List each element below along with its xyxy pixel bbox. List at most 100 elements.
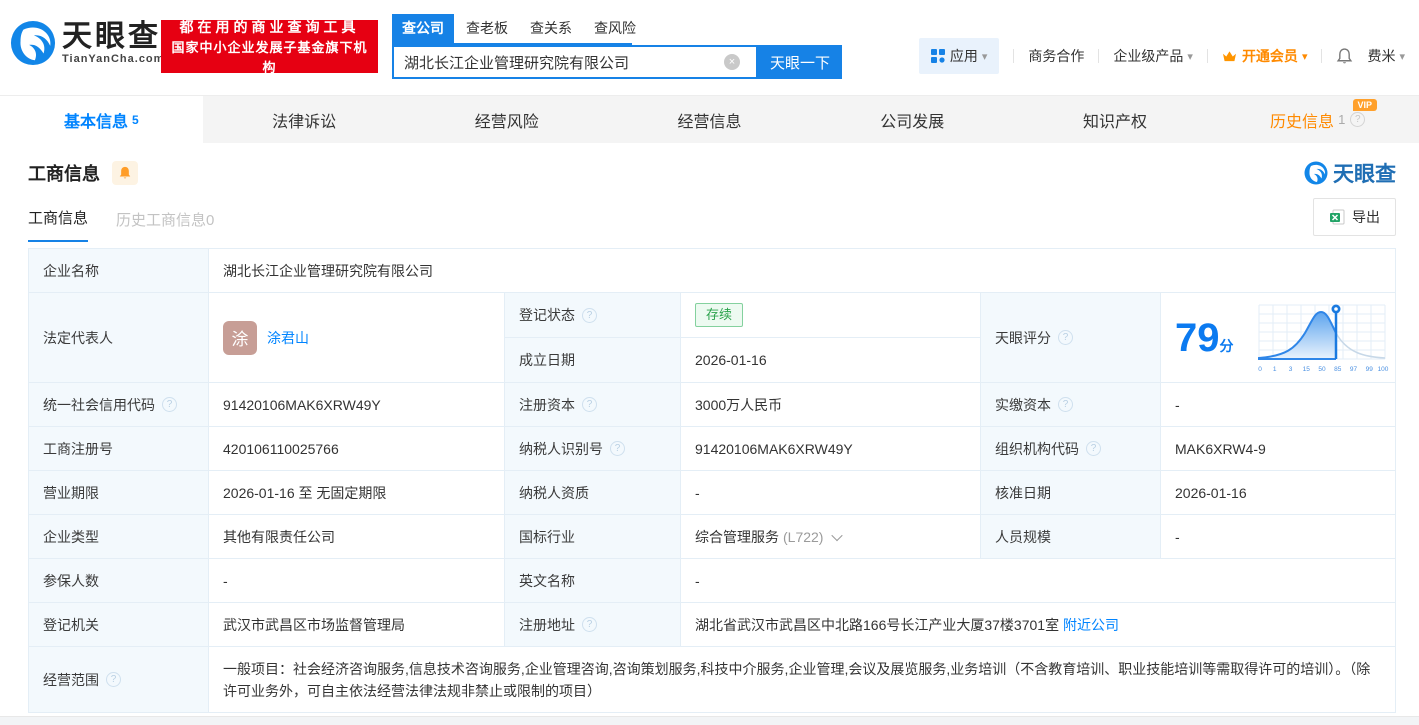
field-label: 企业类型 [29, 515, 209, 559]
field-label: 纳税人资质 [505, 471, 681, 515]
field-label: 组织机构代码 [981, 427, 1161, 471]
legal-rep-link[interactable]: 涂君山 [267, 328, 309, 348]
chevron-down-icon[interactable] [831, 529, 844, 541]
svg-text:99: 99 [1366, 366, 1374, 373]
section-title: 工商信息 [28, 164, 100, 184]
help-icon[interactable] [106, 672, 121, 687]
field-label: 成立日期 [505, 338, 681, 383]
field-label: 经营范围 [29, 647, 209, 713]
svg-text:97: 97 [1350, 366, 1358, 373]
logo-domain: TianYanCha.com [62, 53, 165, 65]
tianyancha-company-page: { "header": { "logo": { "title": "天眼查", … [0, 0, 1419, 725]
reg-address-value: 湖北省武汉市武昌区中北路166号长江产业大厦37楼3701室 附近公司 [681, 603, 1396, 647]
nav-open-membership[interactable]: 开通会员 [1222, 46, 1308, 66]
tab-count: 1 [1338, 112, 1346, 127]
svg-text:1: 1 [1273, 366, 1277, 373]
field-label: 企业名称 [29, 249, 209, 293]
reg-authority-value: 武汉市武昌区市场监督管理局 [209, 603, 505, 647]
tab-operation-risk[interactable]: 经营风险 [405, 96, 608, 143]
credit-code-value: 91420106MAK6XRW49Y [209, 383, 505, 427]
score-unit: 分 [1219, 337, 1234, 354]
field-label: 登记机关 [29, 603, 209, 647]
page-bottom-divider [0, 716, 1419, 725]
tab-intellectual-property[interactable]: 知识产权 [1014, 96, 1217, 143]
industry-code: (L722) [783, 528, 824, 545]
subtab-row: 工商信息 历史工商信息0 导出 [0, 196, 1419, 242]
help-icon[interactable] [1350, 112, 1366, 127]
field-label: 天眼评分 [981, 293, 1161, 383]
monitor-bell-icon[interactable] [112, 161, 138, 185]
top-navigation: 应用 商务合作 企业级产品 开通会员 费米 [918, 38, 1405, 74]
search-tab-relation[interactable]: 查关系 [520, 14, 582, 43]
vip-badge: VIP [1352, 99, 1378, 111]
legal-rep-cell: 涂 涂君山 [209, 293, 505, 383]
help-icon[interactable] [1086, 441, 1101, 456]
score-distribution-chart: 0 1 3 15 50 85 97 99 100 [1258, 304, 1389, 373]
help-icon[interactable] [582, 617, 597, 632]
nearby-companies-link[interactable]: 附近公司 [1063, 615, 1119, 635]
reg-capital-value: 3000万人民币 [681, 383, 981, 427]
search-input[interactable] [392, 45, 758, 79]
help-icon[interactable] [610, 441, 625, 456]
help-icon[interactable] [1058, 397, 1073, 412]
tianyancha-swirl-icon [1304, 161, 1328, 185]
search-tabs: 查公司 查老板 查关系 查风险 [392, 14, 636, 45]
field-label: 工商注册号 [29, 427, 209, 471]
excel-icon [1330, 209, 1345, 225]
tianyancha-logo[interactable]: 天眼查 TianYanCha.com [10, 20, 164, 66]
subtab-business-info[interactable]: 工商信息 [28, 207, 89, 242]
nav-apps[interactable]: 应用 [918, 38, 1000, 74]
help-icon[interactable] [582, 307, 597, 323]
search-button[interactable]: 天眼一下 [758, 45, 842, 79]
business-scope-value: 一般项目：社会经济咨询服务,信息技术咨询服务,企业管理咨询,咨询策划服务,科技中… [209, 647, 1396, 713]
svg-text:100: 100 [1378, 366, 1389, 373]
tab-legal-litigation[interactable]: 法律诉讼 [203, 96, 406, 143]
tab-history-info[interactable]: VIP 历史信息 1 [1216, 96, 1419, 143]
business-term-value: 2026-01-16 至 无固定期限 [209, 471, 505, 515]
promo-line1: 都在用的商业查询工具 [179, 18, 360, 35]
brand-watermark: 天眼查 [1304, 158, 1396, 188]
field-label: 法定代表人 [29, 293, 209, 383]
nav-user-menu[interactable]: 费米 [1367, 46, 1405, 66]
field-label: 实缴资本 [981, 383, 1161, 427]
company-type-value: 其他有限责任公司 [209, 515, 505, 559]
field-label: 人员规模 [981, 515, 1161, 559]
search-tab-boss[interactable]: 查老板 [456, 14, 518, 43]
clear-search-icon[interactable] [724, 54, 740, 70]
tab-basic-info[interactable]: 基本信息 5 [0, 96, 203, 143]
tab-operation-info[interactable]: 经营信息 [608, 96, 811, 143]
company-name-value: 湖北长江企业管理研究院有限公司 [209, 249, 1396, 293]
insured-count-value: - [209, 559, 505, 603]
subtab-history-business-info[interactable]: 历史工商信息0 [116, 209, 214, 242]
field-label: 核准日期 [981, 471, 1161, 515]
help-icon[interactable] [1058, 330, 1073, 345]
business-info-table: 企业名称 湖北长江企业管理研究院有限公司 法定代表人 涂 涂君山 登记状态 存续… [28, 248, 1396, 713]
field-label: 英文名称 [505, 559, 681, 603]
nav-cooperation[interactable]: 商务合作 [1028, 46, 1084, 66]
notifications-bell-icon[interactable] [1336, 47, 1353, 65]
tab-company-development[interactable]: 公司发展 [811, 96, 1014, 143]
help-icon[interactable] [582, 397, 597, 412]
status-badge: 存续 [695, 303, 744, 327]
legal-rep-avatar[interactable]: 涂 [223, 320, 257, 355]
nav-enterprise-products[interactable]: 企业级产品 [1113, 46, 1193, 66]
tianyan-score-cell: 79分 0 1 3 15 50 85 97 99 100 [1161, 293, 1396, 383]
svg-text:85: 85 [1334, 366, 1342, 373]
taxpayer-quality-value: - [681, 471, 981, 515]
field-label: 注册地址 [505, 603, 681, 647]
search-tab-company[interactable]: 查公司 [392, 14, 454, 43]
reg-number-value: 420106110025766 [209, 427, 505, 471]
field-label: 国标行业 [505, 515, 681, 559]
search-tab-risk[interactable]: 查风险 [584, 14, 646, 43]
score-value: 79 [1175, 315, 1220, 360]
reg-status-value: 存续 [681, 293, 981, 338]
svg-text:3: 3 [1289, 366, 1293, 373]
export-button[interactable]: 导出 [1313, 198, 1396, 236]
help-icon[interactable] [162, 397, 177, 412]
paid-capital-value: - [1161, 383, 1396, 427]
taxpayer-id-value: 91420106MAK6XRW49Y [681, 427, 981, 471]
field-label: 注册资本 [505, 383, 681, 427]
field-label: 登记状态 [505, 293, 681, 338]
staff-size-value: - [1161, 515, 1396, 559]
field-label: 纳税人识别号 [505, 427, 681, 471]
